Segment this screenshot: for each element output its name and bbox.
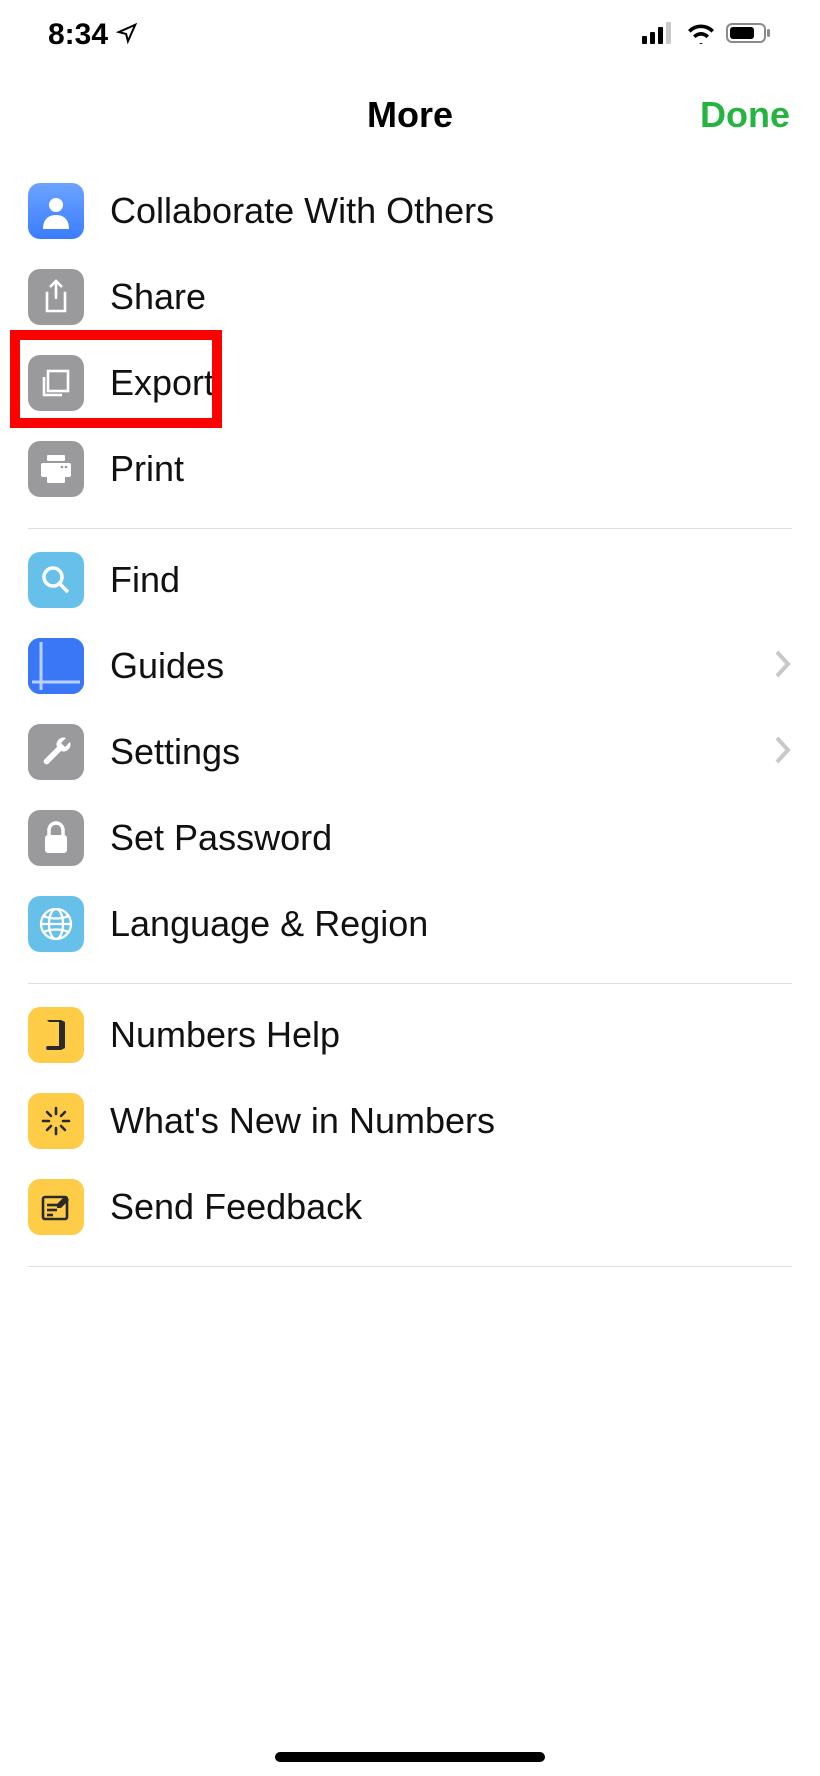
printer-icon (28, 441, 84, 497)
status-time: 8:34 (48, 18, 108, 52)
done-button[interactable]: Done (700, 94, 790, 136)
home-indicator[interactable] (275, 1752, 545, 1762)
menu-item-print[interactable]: Print (28, 426, 792, 512)
menu-item-settings[interactable]: Settings (28, 709, 792, 795)
menu-label: What's New in Numbers (110, 1100, 495, 1142)
menu-item-guides[interactable]: Guides (28, 623, 792, 709)
page-title: More (367, 94, 453, 136)
menu-label: Export (110, 362, 214, 404)
menu-label: Share (110, 276, 206, 318)
menu-item-find[interactable]: Find (28, 537, 792, 623)
share-icon (28, 269, 84, 325)
menu-item-whats-new[interactable]: What's New in Numbers (28, 1078, 792, 1164)
menu-section-2: Find Guides Settings (28, 529, 792, 984)
chevron-right-icon (774, 649, 792, 684)
book-icon (28, 1007, 84, 1063)
guides-icon (28, 638, 84, 694)
menu-section-1: Collaborate With Others Share Export (28, 160, 792, 529)
search-icon (28, 552, 84, 608)
wrench-icon (28, 724, 84, 780)
menu-item-numbers-help[interactable]: Numbers Help (28, 992, 792, 1078)
menu-section-3: Numbers Help What's New in Numbers (28, 984, 792, 1267)
menu-label: Guides (110, 645, 224, 687)
lock-icon (28, 810, 84, 866)
menu-label: Settings (110, 731, 240, 773)
menu-label: Language & Region (110, 903, 428, 945)
status-right (642, 22, 772, 49)
menu-item-send-feedback[interactable]: Send Feedback (28, 1164, 792, 1250)
chevron-right-icon (774, 735, 792, 770)
menu-item-share[interactable]: Share (28, 254, 792, 340)
menu-label: Collaborate With Others (110, 190, 494, 232)
export-icon (28, 355, 84, 411)
nav-header: More Done (0, 70, 820, 160)
status-bar: 8:34 (0, 0, 820, 70)
menu-label: Set Password (110, 817, 332, 859)
compose-icon (28, 1179, 84, 1235)
wifi-icon (686, 22, 716, 49)
menu-label: Print (110, 448, 184, 490)
menu-label: Numbers Help (110, 1014, 340, 1056)
status-left: 8:34 (48, 18, 138, 52)
location-icon (116, 18, 138, 52)
cellular-icon (642, 22, 676, 49)
menu-item-language-region[interactable]: Language & Region (28, 881, 792, 967)
battery-icon (726, 22, 772, 49)
menu-item-export[interactable]: Export (28, 340, 792, 426)
globe-icon (28, 896, 84, 952)
menu-label: Send Feedback (110, 1186, 362, 1228)
sparkle-icon (28, 1093, 84, 1149)
menu-item-collaborate[interactable]: Collaborate With Others (28, 168, 792, 254)
menu-item-set-password[interactable]: Set Password (28, 795, 792, 881)
person-icon (28, 183, 84, 239)
menu-label: Find (110, 559, 180, 601)
